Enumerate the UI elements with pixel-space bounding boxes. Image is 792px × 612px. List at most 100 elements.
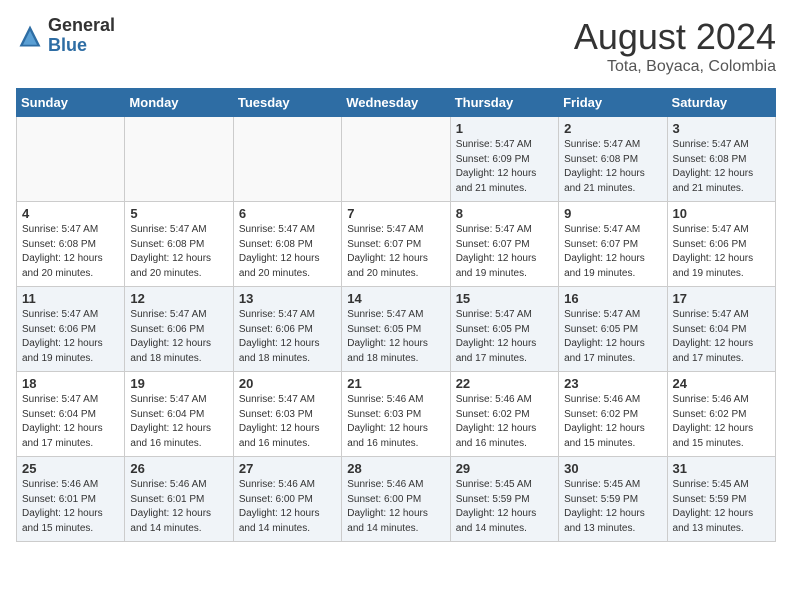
calendar-cell: 6 Sunrise: 5:47 AM Sunset: 6:08 PM Daylig… bbox=[233, 202, 341, 287]
day-number: 27 bbox=[239, 461, 336, 476]
day-number: 24 bbox=[673, 376, 770, 391]
calendar-week-row: 18 Sunrise: 5:47 AM Sunset: 6:04 PM Dayli… bbox=[17, 372, 776, 457]
calendar-week-row: 4 Sunrise: 5:47 AM Sunset: 6:08 PM Daylig… bbox=[17, 202, 776, 287]
day-info: Sunrise: 5:47 AM Sunset: 6:08 PM Dayligh… bbox=[239, 223, 336, 281]
day-number: 4 bbox=[22, 206, 119, 221]
calendar-cell: 28 Sunrise: 5:46 AM Sunset: 6:00 PM Dayli… bbox=[342, 457, 450, 542]
day-number: 8 bbox=[456, 206, 553, 221]
day-number: 15 bbox=[456, 291, 553, 306]
calendar-cell bbox=[17, 117, 125, 202]
column-header-wednesday: Wednesday bbox=[342, 89, 450, 117]
logo-icon bbox=[16, 22, 44, 50]
calendar-cell: 23 Sunrise: 5:46 AM Sunset: 6:02 PM Dayli… bbox=[559, 372, 667, 457]
calendar-week-row: 25 Sunrise: 5:46 AM Sunset: 6:01 PM Dayli… bbox=[17, 457, 776, 542]
day-info: Sunrise: 5:47 AM Sunset: 6:05 PM Dayligh… bbox=[456, 308, 553, 366]
day-info: Sunrise: 5:47 AM Sunset: 6:07 PM Dayligh… bbox=[564, 223, 661, 281]
calendar-cell: 9 Sunrise: 5:47 AM Sunset: 6:07 PM Daylig… bbox=[559, 202, 667, 287]
day-info: Sunrise: 5:47 AM Sunset: 6:08 PM Dayligh… bbox=[673, 138, 770, 196]
calendar-cell: 16 Sunrise: 5:47 AM Sunset: 6:05 PM Dayli… bbox=[559, 287, 667, 372]
calendar-cell: 4 Sunrise: 5:47 AM Sunset: 6:08 PM Daylig… bbox=[17, 202, 125, 287]
column-header-thursday: Thursday bbox=[450, 89, 558, 117]
day-number: 20 bbox=[239, 376, 336, 391]
calendar-cell: 15 Sunrise: 5:47 AM Sunset: 6:05 PM Dayli… bbox=[450, 287, 558, 372]
logo-general-text: General bbox=[48, 15, 115, 35]
calendar-cell: 21 Sunrise: 5:46 AM Sunset: 6:03 PM Dayli… bbox=[342, 372, 450, 457]
title-block: August 2024 Tota, Boyaca, Colombia bbox=[574, 16, 776, 76]
day-number: 7 bbox=[347, 206, 444, 221]
day-info: Sunrise: 5:47 AM Sunset: 6:06 PM Dayligh… bbox=[673, 223, 770, 281]
day-number: 18 bbox=[22, 376, 119, 391]
calendar-cell: 10Sunrise: 5:47 AM Sunset: 6:06 PM Dayli… bbox=[667, 202, 775, 287]
day-number: 16 bbox=[564, 291, 661, 306]
calendar-week-row: 1 Sunrise: 5:47 AM Sunset: 6:09 PM Daylig… bbox=[17, 117, 776, 202]
day-number: 14 bbox=[347, 291, 444, 306]
day-number: 3 bbox=[673, 121, 770, 136]
day-number: 1 bbox=[456, 121, 553, 136]
column-header-friday: Friday bbox=[559, 89, 667, 117]
day-info: Sunrise: 5:46 AM Sunset: 6:00 PM Dayligh… bbox=[347, 478, 444, 536]
day-number: 13 bbox=[239, 291, 336, 306]
day-info: Sunrise: 5:47 AM Sunset: 6:06 PM Dayligh… bbox=[22, 308, 119, 366]
day-info: Sunrise: 5:47 AM Sunset: 6:09 PM Dayligh… bbox=[456, 138, 553, 196]
day-info: Sunrise: 5:47 AM Sunset: 6:05 PM Dayligh… bbox=[564, 308, 661, 366]
calendar-cell: 8 Sunrise: 5:47 AM Sunset: 6:07 PM Daylig… bbox=[450, 202, 558, 287]
calendar-cell: 17 Sunrise: 5:47 AM Sunset: 6:04 PM Dayli… bbox=[667, 287, 775, 372]
calendar-cell: 31Sunrise: 5:45 AM Sunset: 5:59 PM Dayli… bbox=[667, 457, 775, 542]
day-info: Sunrise: 5:46 AM Sunset: 6:02 PM Dayligh… bbox=[456, 393, 553, 451]
day-info: Sunrise: 5:47 AM Sunset: 6:05 PM Dayligh… bbox=[347, 308, 444, 366]
column-header-sunday: Sunday bbox=[17, 89, 125, 117]
day-info: Sunrise: 5:46 AM Sunset: 6:02 PM Dayligh… bbox=[673, 393, 770, 451]
day-number: 26 bbox=[130, 461, 227, 476]
calendar-header-row: SundayMondayTuesdayWednesdayThursdayFrid… bbox=[17, 89, 776, 117]
day-info: Sunrise: 5:47 AM Sunset: 6:03 PM Dayligh… bbox=[239, 393, 336, 451]
calendar-cell: 30 Sunrise: 5:45 AM Sunset: 5:59 PM Dayli… bbox=[559, 457, 667, 542]
day-info: Sunrise: 5:45 AM Sunset: 5:59 PM Dayligh… bbox=[673, 478, 770, 536]
day-number: 12 bbox=[130, 291, 227, 306]
calendar-table: SundayMondayTuesdayWednesdayThursdayFrid… bbox=[16, 88, 776, 542]
location-text: Tota, Boyaca, Colombia bbox=[574, 58, 776, 76]
calendar-cell: 2Sunrise: 5:47 AM Sunset: 6:08 PM Daylig… bbox=[559, 117, 667, 202]
day-info: Sunrise: 5:47 AM Sunset: 6:08 PM Dayligh… bbox=[22, 223, 119, 281]
calendar-cell: 13 Sunrise: 5:47 AM Sunset: 6:06 PM Dayli… bbox=[233, 287, 341, 372]
calendar-cell: 11Sunrise: 5:47 AM Sunset: 6:06 PM Dayli… bbox=[17, 287, 125, 372]
day-info: Sunrise: 5:47 AM Sunset: 6:07 PM Dayligh… bbox=[456, 223, 553, 281]
calendar-cell bbox=[125, 117, 233, 202]
day-info: Sunrise: 5:47 AM Sunset: 6:06 PM Dayligh… bbox=[239, 308, 336, 366]
calendar-cell: 25 Sunrise: 5:46 AM Sunset: 6:01 PM Dayli… bbox=[17, 457, 125, 542]
day-info: Sunrise: 5:46 AM Sunset: 6:02 PM Dayligh… bbox=[564, 393, 661, 451]
calendar-cell: 29Sunrise: 5:45 AM Sunset: 5:59 PM Dayli… bbox=[450, 457, 558, 542]
day-info: Sunrise: 5:45 AM Sunset: 5:59 PM Dayligh… bbox=[456, 478, 553, 536]
day-info: Sunrise: 5:47 AM Sunset: 6:08 PM Dayligh… bbox=[564, 138, 661, 196]
day-info: Sunrise: 5:45 AM Sunset: 5:59 PM Dayligh… bbox=[564, 478, 661, 536]
column-header-monday: Monday bbox=[125, 89, 233, 117]
day-number: 25 bbox=[22, 461, 119, 476]
day-info: Sunrise: 5:47 AM Sunset: 6:04 PM Dayligh… bbox=[130, 393, 227, 451]
day-info: Sunrise: 5:47 AM Sunset: 6:04 PM Dayligh… bbox=[673, 308, 770, 366]
day-number: 9 bbox=[564, 206, 661, 221]
day-number: 21 bbox=[347, 376, 444, 391]
page-header: General Blue August 2024 Tota, Boyaca, C… bbox=[16, 16, 776, 76]
day-number: 23 bbox=[564, 376, 661, 391]
day-info: Sunrise: 5:46 AM Sunset: 6:01 PM Dayligh… bbox=[22, 478, 119, 536]
day-number: 28 bbox=[347, 461, 444, 476]
day-info: Sunrise: 5:47 AM Sunset: 6:07 PM Dayligh… bbox=[347, 223, 444, 281]
calendar-cell bbox=[342, 117, 450, 202]
calendar-cell: 1 Sunrise: 5:47 AM Sunset: 6:09 PM Daylig… bbox=[450, 117, 558, 202]
column-header-tuesday: Tuesday bbox=[233, 89, 341, 117]
day-info: Sunrise: 5:46 AM Sunset: 6:01 PM Dayligh… bbox=[130, 478, 227, 536]
day-number: 19 bbox=[130, 376, 227, 391]
day-number: 30 bbox=[564, 461, 661, 476]
calendar-cell: 22Sunrise: 5:46 AM Sunset: 6:02 PM Dayli… bbox=[450, 372, 558, 457]
logo-text: General Blue bbox=[48, 16, 115, 56]
calendar-cell: 7 Sunrise: 5:47 AM Sunset: 6:07 PM Daylig… bbox=[342, 202, 450, 287]
day-number: 17 bbox=[673, 291, 770, 306]
day-info: Sunrise: 5:46 AM Sunset: 6:03 PM Dayligh… bbox=[347, 393, 444, 451]
day-info: Sunrise: 5:47 AM Sunset: 6:08 PM Dayligh… bbox=[130, 223, 227, 281]
day-info: Sunrise: 5:47 AM Sunset: 6:04 PM Dayligh… bbox=[22, 393, 119, 451]
month-title: August 2024 bbox=[574, 16, 776, 58]
calendar-cell: 3 Sunrise: 5:47 AM Sunset: 6:08 PM Daylig… bbox=[667, 117, 775, 202]
day-number: 6 bbox=[239, 206, 336, 221]
day-info: Sunrise: 5:47 AM Sunset: 6:06 PM Dayligh… bbox=[130, 308, 227, 366]
column-header-saturday: Saturday bbox=[667, 89, 775, 117]
calendar-cell: 5Sunrise: 5:47 AM Sunset: 6:08 PM Daylig… bbox=[125, 202, 233, 287]
